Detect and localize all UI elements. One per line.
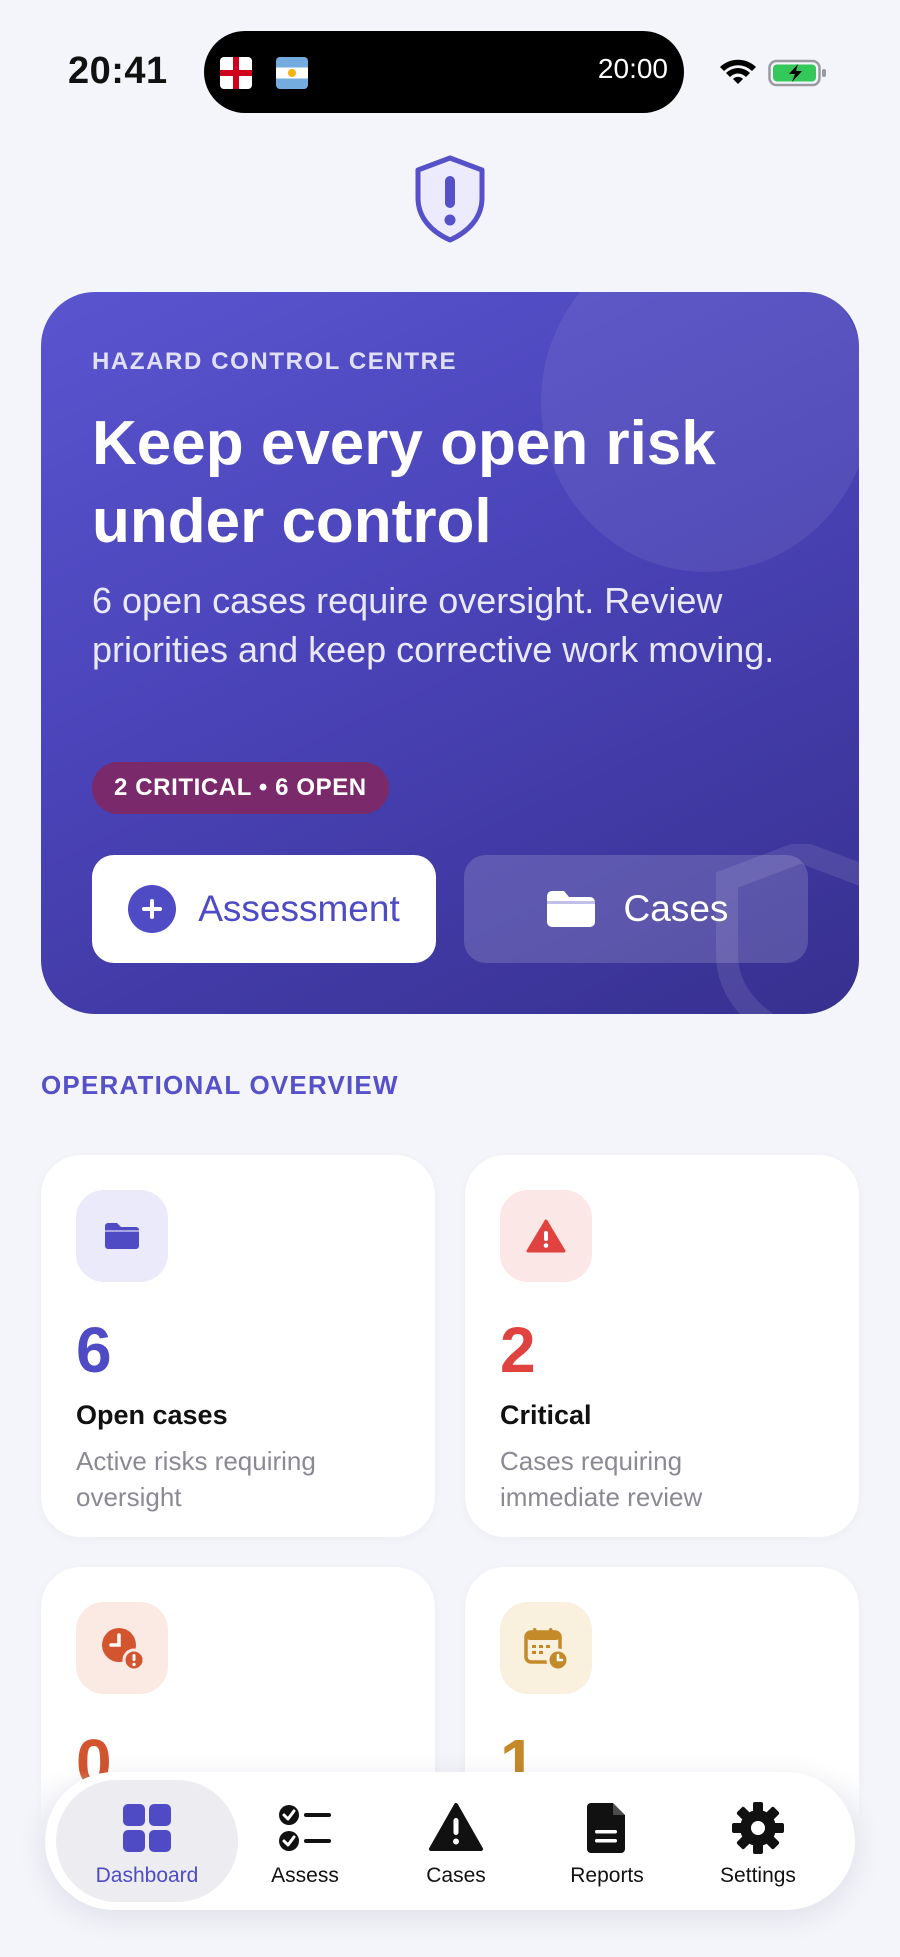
critical-value: 2 bbox=[500, 1314, 536, 1386]
open-cases-value: 6 bbox=[76, 1314, 112, 1386]
hero-title: Keep every open risk under control bbox=[92, 409, 716, 556]
status-time: 20:41 bbox=[68, 50, 168, 92]
argentina-flag-icon bbox=[276, 57, 308, 89]
island-match-time: 20:00 bbox=[597, 53, 668, 84]
tab-dashboard[interactable]: Dashboard bbox=[56, 1780, 238, 1902]
tab-bar: Dashboard Assess Cases Reports Settings bbox=[45, 1772, 855, 1910]
tab-label: Dashboard bbox=[95, 1864, 199, 1887]
card-icon-container bbox=[500, 1602, 592, 1694]
calendar-clock-icon bbox=[524, 1628, 570, 1672]
critical-card[interactable]: 2 Critical Cases requiring immediate rev… bbox=[465, 1155, 859, 1537]
grid-icon bbox=[123, 1804, 171, 1852]
tab-cases[interactable]: Cases bbox=[381, 1780, 531, 1902]
assessment-button-label: Assessment bbox=[198, 888, 400, 929]
tab-label: Settings bbox=[720, 1864, 796, 1887]
battery-charging-icon bbox=[768, 59, 826, 87]
shield-alert-icon bbox=[415, 155, 485, 243]
gear-icon bbox=[732, 1802, 784, 1854]
critical-sub: Cases requiring immediate review bbox=[500, 1446, 703, 1512]
card-icon-container bbox=[76, 1190, 168, 1282]
hero-card: HAZARD CONTROL CENTRE Keep every open ri… bbox=[41, 292, 859, 1014]
wifi-icon bbox=[720, 59, 756, 84]
plus-circle-icon bbox=[128, 885, 177, 933]
warning-icon bbox=[429, 1803, 483, 1851]
open-cases-sub: Active risks requiring oversight bbox=[76, 1446, 316, 1512]
dynamic-island[interactable]: 20:00 bbox=[204, 31, 684, 113]
tab-label: Cases bbox=[426, 1864, 486, 1887]
folder-icon bbox=[546, 891, 595, 927]
hero-description: 6 open cases require oversight. Review p… bbox=[92, 580, 775, 670]
critical-label: Critical bbox=[500, 1400, 592, 1430]
cases-button[interactable]: Cases bbox=[464, 855, 808, 963]
open-cases-card[interactable]: 6 Open cases Active risks requiring over… bbox=[41, 1155, 435, 1537]
open-cases-label: Open cases bbox=[76, 1400, 228, 1430]
checklist-icon bbox=[279, 1805, 331, 1851]
warning-icon bbox=[526, 1219, 566, 1253]
tab-label: Assess bbox=[271, 1864, 339, 1887]
tab-label: Reports bbox=[570, 1864, 644, 1887]
card-icon-container bbox=[500, 1190, 592, 1282]
cases-button-label: Cases bbox=[623, 888, 729, 929]
new-assessment-button[interactable]: Assessment bbox=[92, 855, 436, 963]
clock-alert-icon bbox=[102, 1628, 146, 1672]
tab-assess[interactable]: Assess bbox=[230, 1780, 380, 1902]
document-icon bbox=[587, 1803, 625, 1853]
status-bar: 20:41 20:00 bbox=[0, 0, 900, 130]
critical-open-badge: 2 CRITICAL • 6 OPEN bbox=[92, 762, 389, 814]
tab-settings[interactable]: Settings bbox=[683, 1780, 833, 1902]
folder-icon bbox=[105, 1223, 139, 1249]
england-flag-icon bbox=[220, 57, 252, 89]
hero-eyebrow: HAZARD CONTROL CENTRE bbox=[92, 348, 458, 375]
card-icon-container bbox=[76, 1602, 168, 1694]
tab-reports[interactable]: Reports bbox=[532, 1780, 682, 1902]
section-title-overview: OPERATIONAL OVERVIEW bbox=[41, 1070, 399, 1100]
